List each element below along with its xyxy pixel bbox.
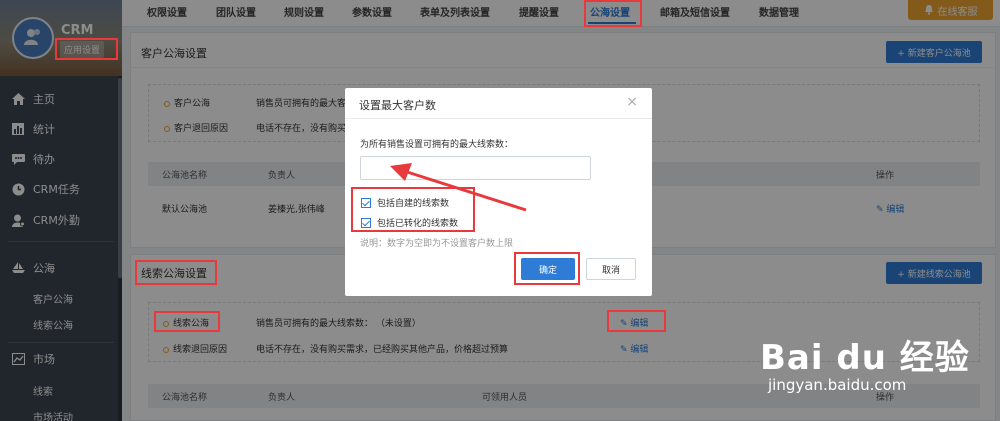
divider	[345, 118, 652, 119]
max-leads-label: 为所有销售设置可拥有的最大线索数：	[360, 140, 514, 150]
highlight-gonghai-tab	[584, 0, 642, 27]
close-icon[interactable]: ×	[626, 94, 638, 110]
highlight-edit-button	[607, 310, 666, 332]
highlight-confirm-button	[514, 252, 580, 285]
baidu-watermark: Bai du 经验 jingyan.baidu.com	[760, 330, 970, 394]
highlight-app-settings	[55, 38, 118, 60]
dialog-title: 设置最大客户数	[359, 99, 436, 112]
dialog-note: 说明：数字为空即为不设置客户数上限	[360, 239, 514, 249]
watermark-url: jingyan.baidu.com	[768, 376, 907, 394]
max-leads-input[interactable]	[360, 156, 591, 180]
highlight-lead-pool-row	[154, 311, 220, 332]
highlight-lead-pool-title	[135, 260, 217, 285]
highlight-checkboxes	[351, 187, 475, 232]
watermark-logo: Bai du 经验	[760, 338, 970, 378]
cancel-button[interactable]: 取消	[586, 258, 636, 280]
